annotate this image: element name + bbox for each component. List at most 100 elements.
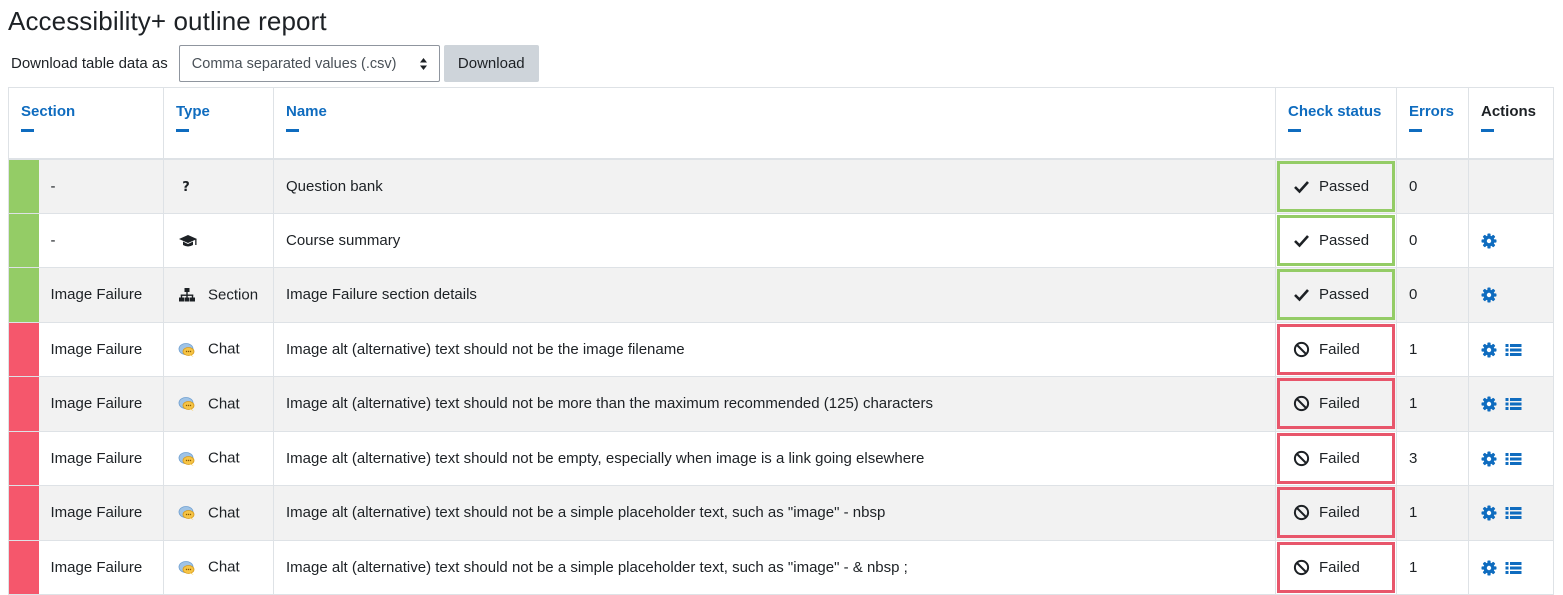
collapse-type-icon[interactable] [176,129,189,132]
type-label: Chat [208,559,240,577]
errors-cell: 1 [1396,321,1469,377]
status-badge: Passed [1277,160,1395,212]
column-header-errors: Errors [1396,87,1469,160]
column-header-name: Name [273,87,1276,160]
download-format-select[interactable]: Comma separated values (.csv) [178,45,440,82]
gear-icon[interactable] [1481,560,1497,576]
list-icon[interactable] [1505,342,1522,358]
table-row: Image Failure Chat Image alt (alternative)… [8,430,1554,486]
check-status-cell: Failed [1275,376,1397,432]
download-button[interactable]: Download [443,45,539,82]
status-badge: Failed [1277,323,1395,375]
collapse-section-icon[interactable] [21,129,34,132]
sort-section-link[interactable]: Section [21,103,151,120]
errors-cell: 0 [1396,158,1469,214]
actions-cell [1468,321,1554,377]
type-label: Section [208,286,259,304]
report-table: Section Type Name Check status Errors Ac… [8,87,1554,595]
gear-icon[interactable] [1481,287,1497,303]
errors-cell: 1 [1396,376,1469,432]
section-cell: Image Failure [38,539,164,595]
status-label: Passed [1319,286,1370,304]
check-status-cell: Passed [1275,267,1397,323]
ban-icon [1293,559,1310,576]
collapse-errors-icon[interactable] [1409,129,1422,132]
name-cell: Image alt (alternative) text should not … [273,430,1276,486]
type-cell: Chat [163,430,274,486]
section-cell: Image Failure [38,267,164,323]
status-badge: Failed [1277,541,1395,593]
type-cell: Chat [163,539,274,595]
check-status-cell: Failed [1275,539,1397,595]
type-cell: Chat [163,485,274,541]
type-label: Chat [208,504,240,522]
chat-icon [178,396,196,412]
status-label: Failed [1319,558,1360,576]
chat-icon [178,505,196,521]
check-icon [1293,178,1310,195]
row-status-strip [8,158,39,214]
chat-icon [178,451,196,467]
status-badge: Passed [1277,269,1395,321]
table-row: - Course summary Passed 0 [8,212,1554,268]
status-badge: Failed [1277,378,1395,430]
download-format-label: Download table data as [11,55,168,72]
sort-name-link[interactable]: Name [286,103,1263,120]
gear-icon[interactable] [1481,233,1497,249]
table-row: Image Failure Chat Image alt (alternative)… [8,485,1554,541]
check-status-cell: Passed [1275,158,1397,214]
list-icon[interactable] [1505,505,1522,521]
table-row: Image Failure Chat Image alt (alternative)… [8,376,1554,432]
gear-icon[interactable] [1481,505,1497,521]
errors-cell: 0 [1396,212,1469,268]
collapse-check-status-icon[interactable] [1288,129,1301,132]
status-label: Failed [1319,340,1360,358]
row-status-strip [8,485,39,541]
ban-icon [1293,450,1310,467]
status-label: Passed [1319,231,1370,249]
section-cell: Image Failure [38,321,164,377]
name-cell: Image Failure section details [273,267,1276,323]
list-icon[interactable] [1505,396,1522,412]
download-bar: Download table data as Comma separated v… [11,45,539,82]
section-cell: Image Failure [38,485,164,541]
download-format-selected: Comma separated values (.csv) [191,55,397,72]
graduation-cap-icon [178,233,197,249]
gear-icon[interactable] [1481,396,1497,412]
collapse-actions-icon[interactable] [1481,129,1494,132]
errors-cell: 0 [1396,267,1469,323]
sort-errors-link[interactable]: Errors [1409,103,1456,120]
ban-icon [1293,504,1310,521]
check-status-cell: Failed [1275,321,1397,377]
row-status-strip [8,212,39,268]
list-icon[interactable] [1505,451,1522,467]
check-status-cell: Passed [1275,212,1397,268]
status-label: Failed [1319,395,1360,413]
check-icon [1293,232,1310,249]
sitemap-icon [178,287,196,303]
gear-icon[interactable] [1481,342,1497,358]
status-label: Failed [1319,449,1360,467]
page-title: Accessibility+ outline report [8,6,327,36]
column-header-type: Type [163,87,274,160]
collapse-name-icon[interactable] [286,129,299,132]
ban-icon [1293,341,1310,358]
gear-icon[interactable] [1481,451,1497,467]
errors-cell: 1 [1396,539,1469,595]
type-label: Chat [208,395,240,413]
table-row: Image Failure Chat Image alt (alternative)… [8,321,1554,377]
ban-icon [1293,395,1310,412]
list-icon[interactable] [1505,560,1522,576]
select-caret-icon [419,58,427,70]
sort-type-link[interactable]: Type [176,103,261,120]
actions-cell [1468,267,1554,323]
question-icon: ? [178,178,196,194]
type-cell: Section [163,267,274,323]
row-status-strip [8,539,39,595]
name-cell: Image alt (alternative) text should not … [273,376,1276,432]
report-table-body: -? Question bank Passed 0 - Course summary Pas… [8,158,1554,595]
name-cell: Image alt (alternative) text should not … [273,485,1276,541]
actions-cell [1468,376,1554,432]
sort-check-status-link[interactable]: Check status [1288,103,1384,120]
type-label: Chat [208,450,240,468]
